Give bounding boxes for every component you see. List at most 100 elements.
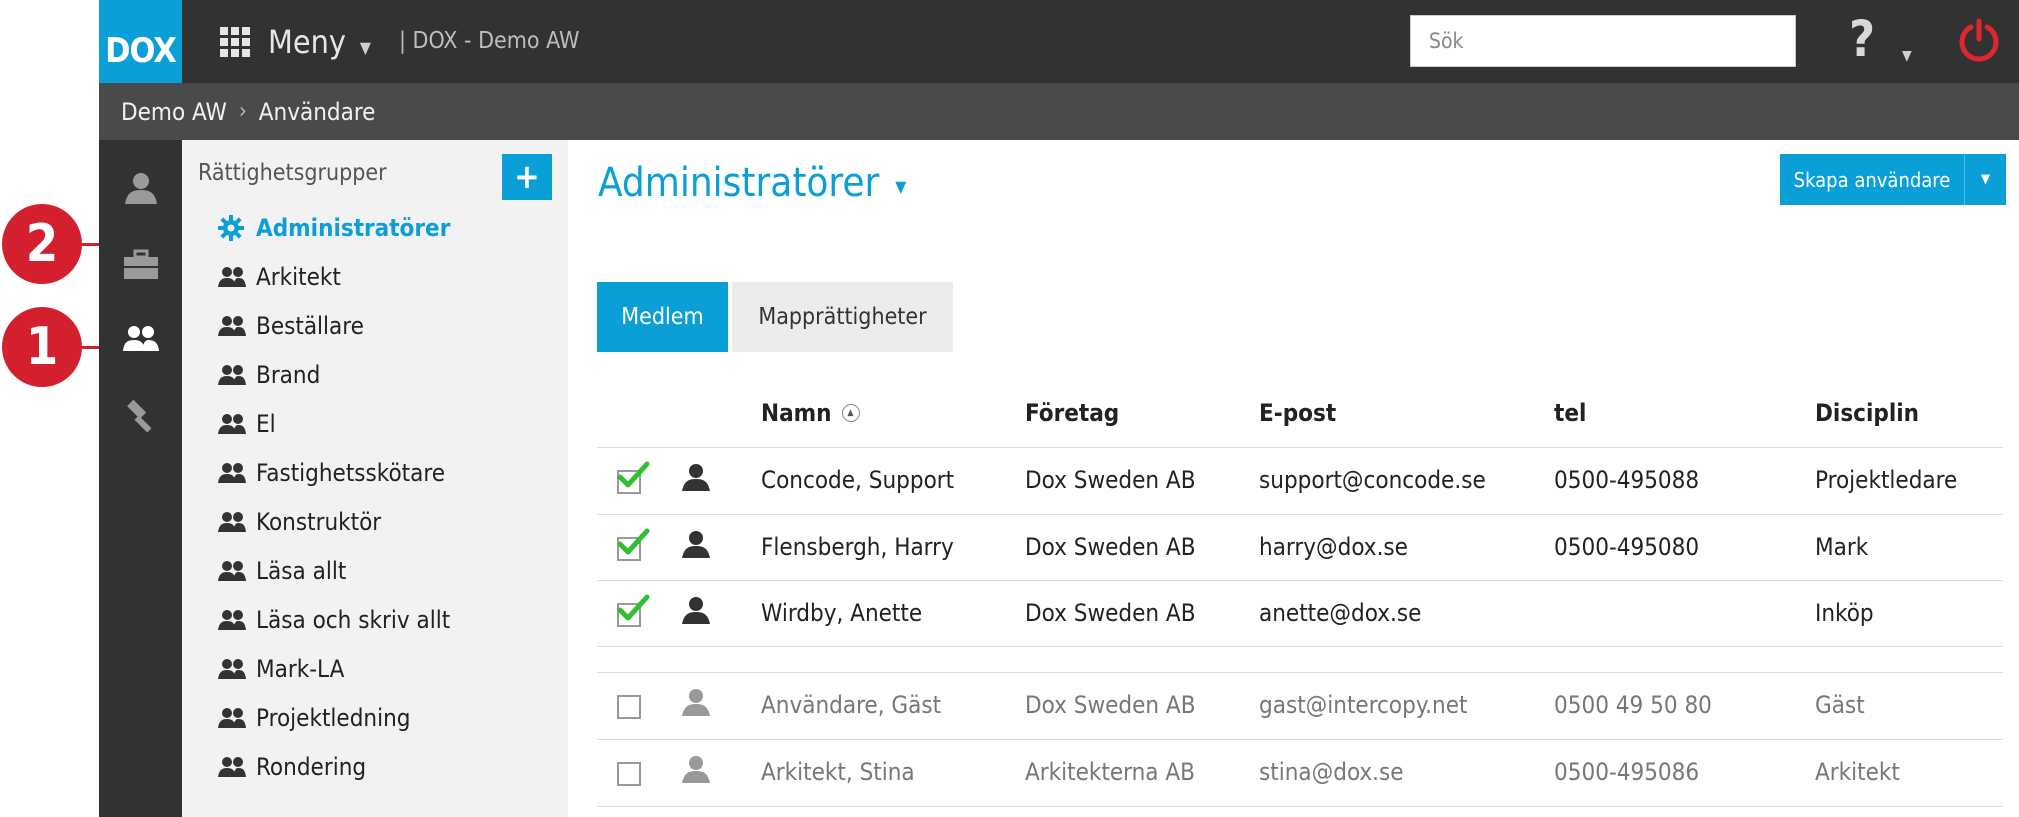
person-icon (124, 173, 157, 204)
group-item[interactable]: Konstruktör (218, 502, 381, 542)
top-bar: DOX Meny ▼ | DOX - Demo AW Sök ? ▼ (99, 0, 2019, 83)
help-caret-icon[interactable]: ▼ (1902, 48, 1912, 64)
person-icon (681, 529, 711, 563)
dox-logo[interactable]: DOX (99, 0, 182, 83)
menu-label: Meny (268, 23, 346, 61)
cell-discipline: Gäst (1815, 691, 1865, 719)
hammer-icon (126, 399, 151, 433)
cell-discipline: Mark (1815, 533, 1869, 561)
column-header-tel[interactable]: tel (1554, 399, 1586, 427)
group-item[interactable]: Fastighetsskötare (218, 453, 445, 493)
cell-email[interactable]: stina@dox.se (1259, 752, 1404, 792)
group-item-label: Brand (256, 361, 321, 389)
menu-button[interactable]: Meny ▼ (220, 20, 371, 64)
cell-company: Dox Sweden AB (1025, 533, 1196, 561)
row-divider (597, 514, 2003, 515)
breadcrumb: Demo AW › Användare (99, 83, 2019, 140)
cell-discipline: Arkitekt (1815, 758, 1900, 786)
checkbox[interactable] (617, 762, 641, 786)
group-item-label: Administratörer (256, 214, 451, 242)
cell-email[interactable]: support@concode.se (1259, 460, 1486, 500)
group-panel: Rättighetsgrupper + Administratörer Arkit… (182, 140, 568, 817)
help-icon[interactable]: ? (1849, 10, 1875, 68)
group-item-label: Konstruktör (256, 508, 382, 536)
group-icon (218, 413, 248, 435)
person-icon (681, 754, 711, 788)
group-item[interactable]: Rondering (218, 747, 366, 787)
cell-company: Dox Sweden AB (1025, 466, 1196, 494)
cell-discipline: Projektledare (1815, 466, 1958, 494)
checkmark-icon (617, 461, 650, 488)
group-item[interactable]: Projektledning (218, 698, 411, 738)
cell-name: Concode, Support (761, 466, 955, 494)
group-item-label: Läsa allt (256, 557, 347, 585)
cell-email[interactable]: anette@dox.se (1259, 593, 1421, 633)
group-item-label: El (256, 410, 276, 438)
row-divider (597, 580, 2003, 581)
group-item-label: Beställare (256, 312, 364, 340)
group-icon (218, 462, 248, 484)
column-header-company[interactable]: Företag (1025, 399, 1119, 427)
person-icon (681, 687, 711, 721)
group-item-label: Läsa och skriv allt (256, 606, 451, 634)
checkmark-icon (617, 528, 650, 555)
group-icon (218, 266, 248, 288)
cell-tel: 0500-495080 (1554, 533, 1700, 561)
column-header-email[interactable]: E-post (1259, 399, 1336, 427)
create-user-label[interactable]: Skapa användare (1780, 154, 1965, 205)
group-icon (218, 756, 248, 778)
cell-company: Dox Sweden AB (1025, 599, 1196, 627)
checkbox-checked[interactable] (617, 594, 650, 627)
group-item-label: Fastighetsskötare (256, 459, 445, 487)
rail-groups[interactable] (99, 308, 182, 368)
cell-name: Användare, Gäst (761, 691, 942, 719)
add-group-button[interactable]: + (502, 154, 552, 200)
group-item[interactable]: Läsa allt (218, 551, 346, 591)
cell-name: Arkitekt, Stina (761, 758, 915, 786)
cell-company: Dox Sweden AB (1025, 691, 1196, 719)
power-icon[interactable] (1957, 18, 2001, 62)
search-input[interactable]: Sök (1410, 15, 1796, 67)
column-name-label: Namn (761, 399, 832, 427)
group-icon (218, 315, 248, 337)
cell-email[interactable]: harry@dox.se (1259, 527, 1408, 567)
group-item[interactable]: El (218, 404, 276, 444)
checkbox[interactable] (617, 695, 641, 719)
rail-tools[interactable] (99, 386, 182, 446)
group-item[interactable]: Beställare (218, 306, 364, 346)
cell-email[interactable]: gast@intercopy.net (1259, 685, 1467, 725)
person-icon (681, 595, 711, 629)
caret-down-icon: ▼ (359, 37, 371, 57)
cell-discipline: Inköp (1815, 599, 1874, 627)
marker-2-label: 2 (25, 214, 59, 274)
cell-company: Arkitekterna AB (1025, 758, 1195, 786)
page-title[interactable]: Administratörer ▼ (598, 160, 906, 206)
create-user-dropdown-icon[interactable]: ▼ (1965, 172, 2006, 187)
caret-down-icon: ▼ (895, 176, 907, 196)
gear-icon (218, 215, 248, 241)
column-header-name[interactable]: Namn ▲ (761, 399, 860, 427)
rail-projects[interactable] (99, 235, 182, 295)
tab-medlem[interactable]: Medlem (597, 282, 728, 352)
row-divider (597, 672, 2003, 673)
breadcrumb-root[interactable]: Demo AW (121, 98, 227, 126)
group-item[interactable]: Administratörer (218, 208, 450, 248)
group-item-label: Mark-LA (256, 655, 345, 683)
column-header-discipline[interactable]: Disciplin (1815, 399, 1919, 427)
group-item[interactable]: Mark-LA (218, 649, 344, 689)
create-user-button[interactable]: Skapa användare ▼ (1780, 154, 2006, 205)
group-icon (218, 609, 248, 631)
grid-menu-icon (220, 27, 250, 57)
sort-ascending-icon[interactable]: ▲ (841, 404, 860, 422)
group-icon (218, 511, 248, 533)
tab-mapprattigheter[interactable]: Mapprättigheter (732, 282, 953, 352)
search-placeholder: Sök (1429, 29, 1464, 53)
briefcase-icon (123, 249, 158, 279)
group-item[interactable]: Arkitekt (218, 257, 341, 297)
checkbox-checked[interactable] (617, 461, 650, 494)
rail-users[interactable] (99, 158, 182, 218)
annotation-marker-2: 2 (2, 204, 82, 284)
checkbox-checked[interactable] (617, 528, 650, 561)
group-item[interactable]: Läsa och skriv allt (218, 600, 450, 640)
group-item[interactable]: Brand (218, 355, 320, 395)
